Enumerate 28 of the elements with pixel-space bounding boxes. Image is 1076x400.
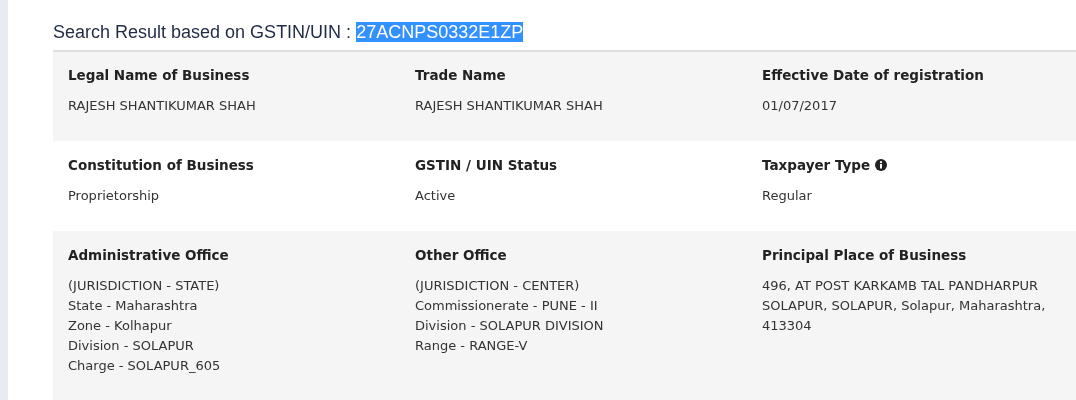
field-label: Other Office — [415, 246, 507, 265]
field-value: Division - SOLAPUR DIVISION — [415, 317, 605, 335]
heading-label: Search Result based on GSTIN/UIN : — [53, 22, 353, 42]
field-label: Effective Date of registration — [762, 66, 984, 85]
field-value: (JURISDICTION - STATE) — [68, 277, 221, 295]
field-label: Trade Name — [415, 66, 506, 85]
field-label: Administrative Office — [68, 246, 229, 265]
field-label: Taxpayer Type — [762, 155, 888, 176]
info-icon[interactable] — [875, 159, 888, 172]
field-value: 496, AT POST KARKAMB TAL PANDHARPUR SOLAPUR, SOLAPUR, Solapur, Maharashtra, 413304 — [762, 277, 1047, 335]
field-value: Regular — [762, 187, 813, 205]
field-label: Principal Place of Business — [762, 246, 967, 265]
field-value: RAJESH SHANTIKUMAR SHAH — [68, 97, 257, 115]
field-value: Proprietorship — [68, 187, 161, 205]
field-label: Constitution of Business — [68, 156, 254, 175]
field-value: Charge - SOLAPUR_605 — [68, 357, 222, 375]
field-value: Division - SOLAPUR — [68, 337, 195, 355]
field-value: RAJESH SHANTIKUMAR SHAH — [415, 97, 604, 115]
field-value: State - Maharashtra — [68, 297, 199, 315]
field-value: 01/07/2017 — [762, 97, 838, 115]
gstin-value: 27ACNPS0332E1ZP — [356, 22, 524, 42]
field-label: GSTIN / UIN Status — [415, 156, 558, 175]
field-value: Range - RANGE-V — [415, 337, 529, 355]
field-label: Legal Name of Business — [68, 66, 250, 85]
field-value: Active — [415, 187, 457, 205]
field-value: Zone - Kolhapur — [68, 317, 173, 335]
field-value: (JURISDICTION - CENTER) — [415, 277, 581, 295]
field-value: Commissionerate - PUNE - II — [415, 297, 599, 315]
